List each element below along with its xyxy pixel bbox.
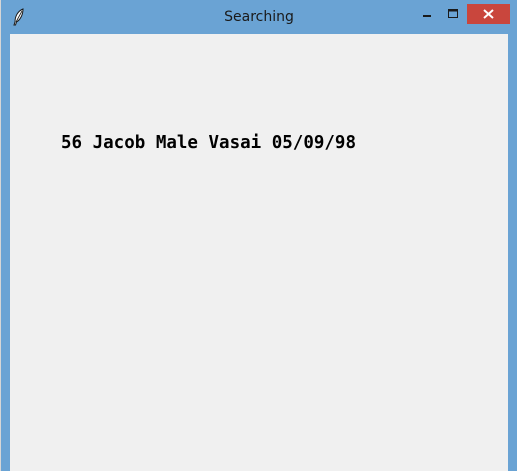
feather-icon bbox=[12, 8, 26, 26]
searching-window: Searching 56 Jacob Male Vasai 05/09/98 bbox=[1, 0, 517, 471]
minimize-button[interactable] bbox=[415, 4, 439, 24]
close-icon bbox=[483, 9, 494, 19]
maximize-button[interactable] bbox=[441, 4, 465, 24]
close-button[interactable] bbox=[467, 4, 510, 24]
window-title: Searching bbox=[224, 9, 294, 25]
record-label: 56 Jacob Male Vasai 05/09/98 bbox=[61, 133, 357, 153]
window-content: 56 Jacob Male Vasai 05/09/98 bbox=[10, 34, 508, 471]
minimize-icon bbox=[423, 15, 431, 17]
title-bar[interactable]: Searching bbox=[1, 0, 517, 34]
maximize-icon bbox=[448, 9, 458, 18]
